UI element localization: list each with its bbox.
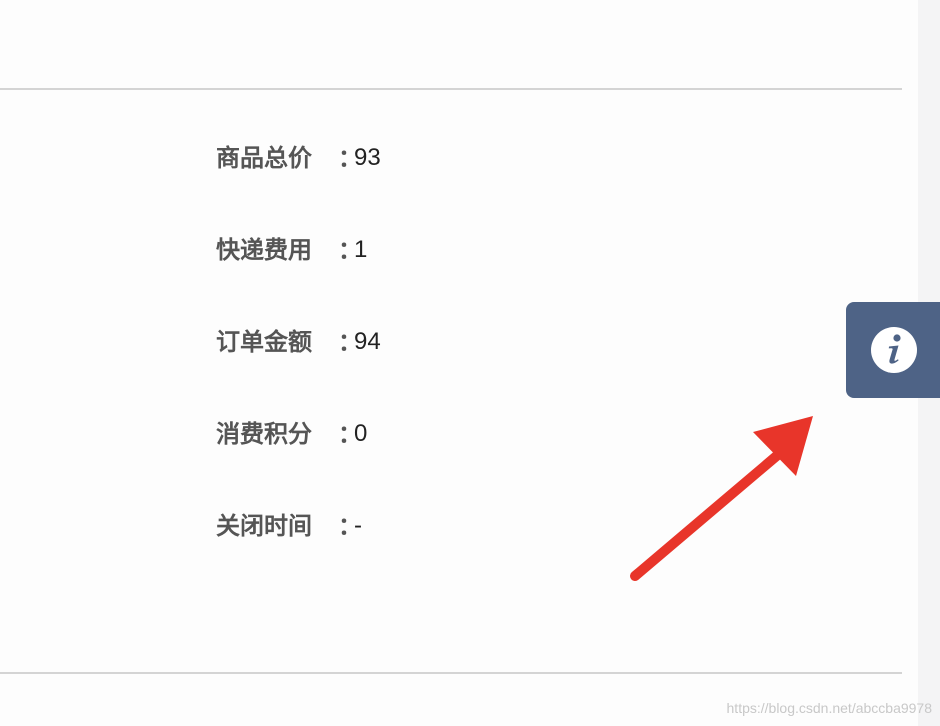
info-row-goods-total: 商品总价 ： 93 bbox=[216, 138, 381, 230]
info-value: 1 bbox=[354, 236, 368, 263]
info-value: 94 bbox=[354, 328, 381, 355]
info-value: - bbox=[354, 512, 362, 539]
info-colon: ： bbox=[338, 420, 362, 448]
info-label: 关闭时间 bbox=[216, 512, 312, 540]
info-colon: ： bbox=[338, 144, 362, 172]
info-label: 快递费用 bbox=[216, 236, 312, 264]
info-side-tab[interactable] bbox=[846, 302, 940, 398]
info-colon: ： bbox=[338, 236, 362, 264]
info-value: 93 bbox=[354, 144, 381, 171]
info-row-order-amount: 订单金额 ： 94 bbox=[216, 322, 381, 414]
info-label: 消费积分 bbox=[216, 420, 312, 448]
info-colon: ： bbox=[338, 328, 362, 356]
info-icon bbox=[871, 327, 917, 373]
info-colon: ： bbox=[338, 512, 362, 540]
top-divider bbox=[0, 88, 902, 90]
info-row-points-used: 消费积分 ： 0 bbox=[216, 414, 381, 506]
watermark: https://blog.csdn.net/abccba9978 bbox=[726, 700, 932, 716]
bottom-divider bbox=[0, 672, 902, 674]
info-row-shipping-fee: 快递费用 ： 1 bbox=[216, 230, 381, 322]
info-label: 商品总价 bbox=[216, 144, 312, 172]
order-detail-panel: 商品总价 ： 93 快递费用 ： 1 订单金额 ： 94 消费积分 ： 0 关闭… bbox=[0, 0, 918, 726]
info-value: 0 bbox=[354, 420, 368, 447]
info-row-close-time: 关闭时间 ： - bbox=[216, 506, 381, 598]
info-label: 订单金额 bbox=[216, 328, 312, 356]
order-info-list: 商品总价 ： 93 快递费用 ： 1 订单金额 ： 94 消费积分 ： 0 关闭… bbox=[216, 138, 381, 598]
